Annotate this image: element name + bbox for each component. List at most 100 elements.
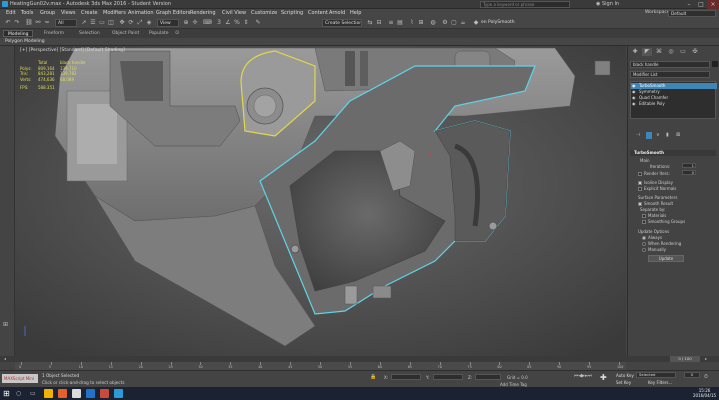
undo-icon[interactable]: ↶: [4, 19, 12, 27]
viewport-label[interactable]: [+] [Perspective] [Standard] [Default Sh…: [20, 48, 125, 53]
snaps-toggle-icon[interactable]: 3: [215, 19, 223, 27]
eye-icon[interactable]: ◉: [632, 101, 636, 107]
hierarchy-tab-icon[interactable]: ⌘: [654, 48, 664, 56]
select-by-name-icon[interactable]: ☰: [89, 19, 97, 27]
ribbon-tab-freeform[interactable]: Freeform: [40, 30, 68, 37]
pivot-icon[interactable]: ⊕: [182, 19, 190, 27]
modifier-stack-item[interactable]: ◉ Quad Chamfer: [631, 95, 717, 101]
task-view-icon[interactable]: ▭: [30, 390, 36, 397]
object-name-field[interactable]: black handle: [630, 61, 710, 68]
menu-scripting[interactable]: Scripting: [281, 10, 303, 16]
next-frame-icon[interactable]: ▸: [705, 356, 707, 361]
file-explorer-icon[interactable]: [44, 389, 53, 398]
maximize-button[interactable]: □: [695, 0, 707, 9]
smoothing-groups-checkbox[interactable]: [642, 220, 646, 224]
close-button[interactable]: ×: [707, 0, 719, 9]
ribbon-tab-object-paint[interactable]: Object Paint: [108, 30, 143, 37]
smooth-result-checkbox[interactable]: [638, 202, 642, 206]
go-to-end-icon[interactable]: ⏭: [587, 373, 592, 379]
angle-snap-icon[interactable]: ∠: [224, 19, 232, 27]
render-frame-icon[interactable]: ▢: [450, 19, 458, 27]
material-editor-icon[interactable]: ◍: [429, 19, 437, 27]
3dsmax-taskbar-icon[interactable]: [114, 389, 123, 398]
perspective-viewport[interactable]: [+] [Perspective] [Standard] [Default Sh…: [15, 46, 626, 356]
time-config-icon[interactable]: ⏱: [704, 374, 708, 380]
utilities-tab-icon[interactable]: ✠: [690, 48, 700, 56]
remove-modifier-icon[interactable]: ▮: [666, 132, 669, 138]
move-icon[interactable]: ✥: [118, 19, 126, 27]
render-setup-icon[interactable]: ⚙: [441, 19, 449, 27]
key-filters-button[interactable]: Key Filters...: [648, 380, 672, 385]
track-bar[interactable]: 0 5 10 15 20 25 30 35 40 45 50 55 60 65 70 75 80 85 90 95 10…: [15, 362, 626, 370]
make-unique-icon[interactable]: ∨: [656, 132, 660, 138]
layer-explorer-icon[interactable]: ≡: [387, 19, 395, 27]
menu-animation[interactable]: Animation: [128, 10, 154, 16]
photoshop-icon[interactable]: [86, 389, 95, 398]
clock[interactable]: 15:26 2016/04/15: [693, 388, 716, 398]
display-tab-icon[interactable]: ▭: [678, 48, 688, 56]
turbosmooth-rollout-header[interactable]: TurboSmooth: [630, 150, 716, 156]
scale-icon[interactable]: ⤢: [136, 19, 144, 27]
update-button[interactable]: Update: [648, 255, 684, 262]
menu-customize[interactable]: Customize: [251, 10, 277, 16]
always-radio[interactable]: [642, 236, 646, 240]
spinner-snap-icon[interactable]: ⇕: [242, 19, 250, 27]
frame-counter[interactable]: 0 / 100: [670, 356, 700, 362]
current-frame-field[interactable]: 0: [684, 372, 700, 378]
ribbon-tab-selection[interactable]: Selection: [75, 30, 104, 37]
menu-views[interactable]: Views: [61, 10, 75, 16]
edit-named-sets-icon[interactable]: ✎: [254, 19, 262, 27]
y-coord-field[interactable]: [433, 374, 463, 380]
render-iters-spinner[interactable]: 0: [682, 170, 696, 175]
menu-rendering[interactable]: Rendering: [190, 10, 216, 16]
iterations-spinner[interactable]: 1: [682, 163, 696, 168]
search-taskbar-icon[interactable]: ○: [16, 390, 21, 397]
polysmooth-icon[interactable]: ◆: [472, 19, 480, 27]
sign-in-button[interactable]: ◉ Sign In: [596, 1, 619, 7]
schematic-view-icon[interactable]: ⊞: [417, 19, 425, 27]
workspace-dropdown[interactable]: Default: [668, 10, 716, 17]
ribbon-options-icon[interactable]: ⊙: [175, 30, 179, 36]
app-logo-icon[interactable]: [2, 1, 8, 7]
keyboard-shortcut-icon[interactable]: ⌨: [203, 19, 212, 27]
set-key-button[interactable]: Set Key: [616, 380, 631, 385]
materials-checkbox[interactable]: [642, 214, 646, 218]
select-object-icon[interactable]: ➚: [80, 19, 88, 27]
menu-content[interactable]: Content: [308, 10, 328, 16]
place-icon[interactable]: ◈: [145, 19, 153, 27]
show-end-result-icon[interactable]: [646, 132, 652, 139]
percent-snap-icon[interactable]: %: [233, 19, 241, 27]
lock-selection-icon[interactable]: 🔒: [370, 374, 376, 380]
named-selection-dropdown[interactable]: Create Selection Se: [322, 19, 362, 27]
explicit-normals-checkbox[interactable]: [638, 187, 642, 191]
selection-filter-dropdown[interactable]: All: [55, 19, 77, 27]
window-crossing-icon[interactable]: ◫: [107, 19, 115, 27]
auto-key-button[interactable]: Auto Key: [616, 373, 634, 378]
set-key-icon[interactable]: ✚: [600, 373, 607, 382]
polysmooth-label[interactable]: en PolySmooth: [481, 20, 515, 25]
modifier-stack-item[interactable]: ◉ Symmetry: [631, 89, 717, 95]
menu-group[interactable]: Group: [40, 10, 55, 16]
ribbon-tab-modeling[interactable]: Modeling: [3, 30, 34, 37]
modify-tab-icon[interactable]: ◤: [642, 48, 652, 56]
modifier-stack-item[interactable]: ◉ Editable Poly: [631, 101, 717, 107]
curve-editor-icon[interactable]: ⌇: [408, 19, 416, 27]
motion-tab-icon[interactable]: ◎: [666, 48, 676, 56]
modifier-list-dropdown[interactable]: Modifier List: [630, 71, 710, 78]
ribbon-tab-populate[interactable]: Populate: [145, 30, 173, 37]
select-manipulate-icon[interactable]: ✢: [191, 19, 199, 27]
chrome-icon[interactable]: [72, 389, 81, 398]
graphite-toggle-icon[interactable]: ▤: [396, 19, 404, 27]
menu-tools[interactable]: Tools: [21, 10, 33, 16]
firefox-icon[interactable]: [58, 389, 67, 398]
render-iters-checkbox[interactable]: [638, 172, 642, 176]
redo-icon[interactable]: ↷: [13, 19, 21, 27]
menu-edit[interactable]: Edit: [6, 10, 16, 16]
reference-coord-dropdown[interactable]: View: [157, 19, 179, 27]
rect-selection-icon[interactable]: ▭: [98, 19, 106, 27]
substance-icon[interactable]: [100, 389, 109, 398]
unlink-icon[interactable]: ⚯: [34, 19, 42, 27]
menu-help[interactable]: Help: [350, 10, 361, 16]
mirror-icon[interactable]: ⇆: [366, 19, 374, 27]
configure-sets-icon[interactable]: ⊠: [676, 132, 680, 138]
